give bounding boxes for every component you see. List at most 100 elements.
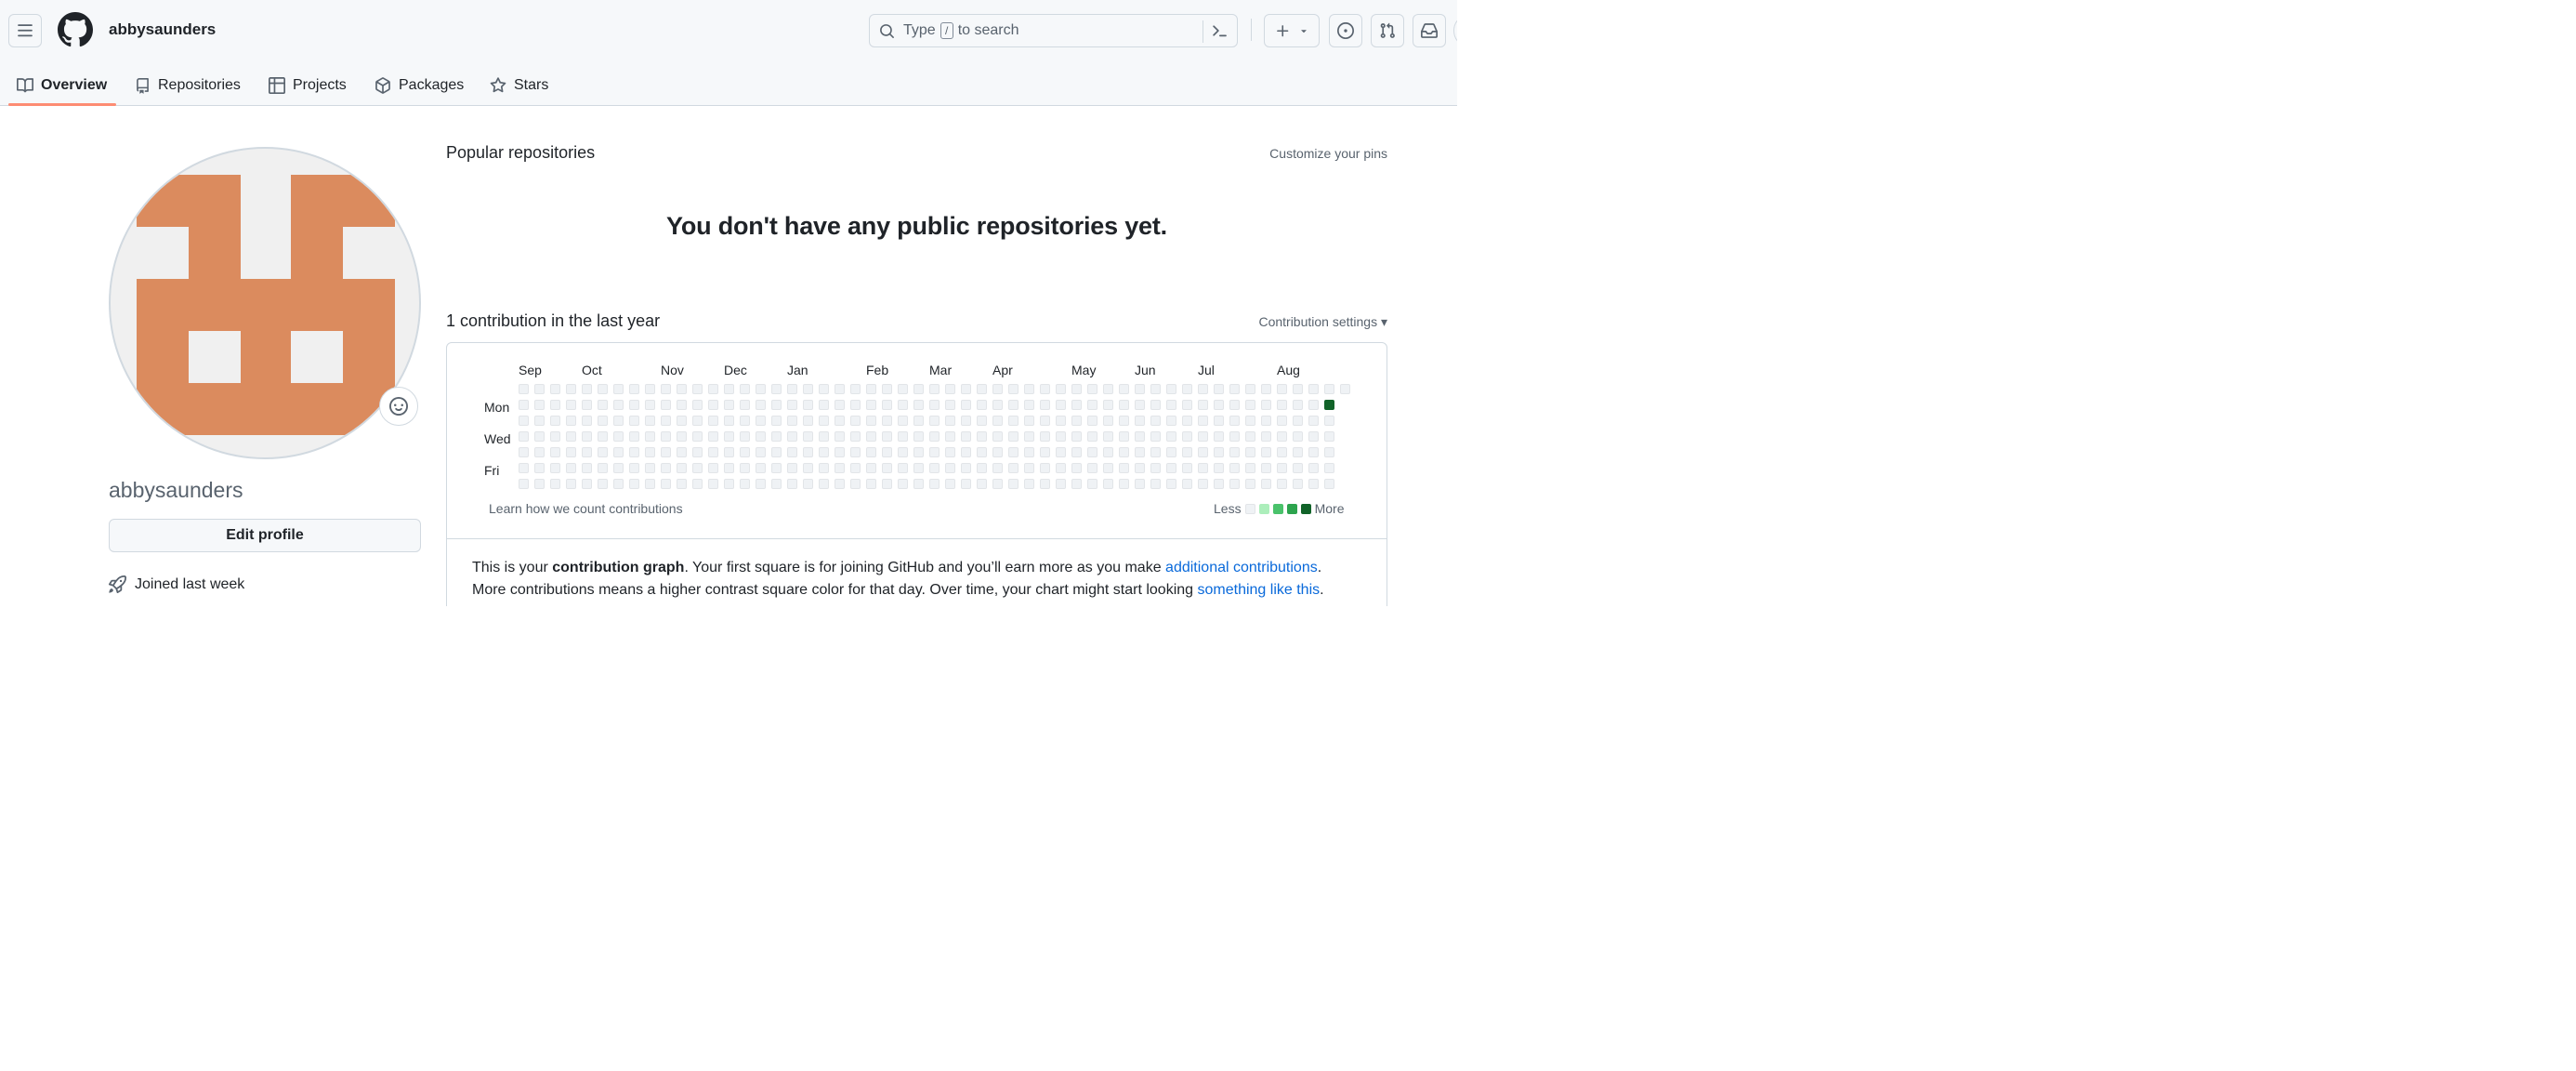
contribution-day-cell[interactable] [1119, 447, 1129, 457]
contribution-day-cell[interactable] [850, 416, 861, 426]
contribution-day-cell[interactable] [708, 447, 718, 457]
contribution-day-cell[interactable] [708, 384, 718, 394]
contribution-day-cell[interactable] [1135, 400, 1145, 410]
contribution-day-cell[interactable] [1182, 431, 1192, 442]
contribution-day-cell[interactable] [613, 447, 624, 457]
contribution-day-cell[interactable] [945, 384, 955, 394]
contribution-day-cell[interactable] [977, 384, 987, 394]
contribution-day-cell[interactable] [677, 431, 687, 442]
contribution-day-cell[interactable] [629, 431, 639, 442]
contribution-day-cell[interactable] [1214, 400, 1224, 410]
contribution-day-cell[interactable] [1135, 447, 1145, 457]
contribution-day-cell[interactable] [1308, 416, 1319, 426]
contribution-day-cell[interactable] [961, 400, 971, 410]
contribution-day-cell[interactable] [1008, 400, 1019, 410]
contribution-day-cell[interactable] [1229, 479, 1240, 489]
contribution-day-cell[interactable] [677, 384, 687, 394]
user-avatar-button[interactable] [1453, 14, 1457, 47]
menu-button[interactable] [8, 14, 42, 47]
search-input[interactable]: Type / to search [869, 14, 1238, 47]
contribution-day-cell[interactable] [1150, 416, 1161, 426]
contribution-day-cell[interactable] [692, 447, 703, 457]
contribution-day-cell[interactable] [519, 400, 529, 410]
contribution-day-cell[interactable] [913, 400, 924, 410]
contribution-day-cell[interactable] [1040, 431, 1050, 442]
contribution-day-cell[interactable] [661, 463, 671, 473]
contribution-day-cell[interactable] [961, 463, 971, 473]
contribution-day-cell[interactable] [929, 400, 940, 410]
contribution-day-cell[interactable] [1087, 447, 1097, 457]
contribution-day-cell[interactable] [961, 447, 971, 457]
contribution-day-cell[interactable] [1135, 416, 1145, 426]
contribution-day-cell[interactable] [1324, 431, 1334, 442]
issues-button[interactable] [1329, 14, 1362, 47]
contribution-day-cell[interactable] [1308, 447, 1319, 457]
contribution-day-cell[interactable] [645, 416, 655, 426]
contribution-day-cell[interactable] [945, 431, 955, 442]
contribution-day-cell[interactable] [803, 479, 813, 489]
contribution-day-cell[interactable] [977, 416, 987, 426]
contribution-day-cell[interactable] [1056, 400, 1066, 410]
contribution-day-cell[interactable] [550, 463, 560, 473]
contribution-day-cell[interactable] [787, 400, 797, 410]
contribution-day-cell[interactable] [835, 384, 845, 394]
contribution-day-cell[interactable] [787, 479, 797, 489]
contribution-day-cell[interactable] [1008, 479, 1019, 489]
contribution-day-cell[interactable] [882, 384, 892, 394]
contribution-day-cell[interactable] [629, 384, 639, 394]
contribution-day-cell[interactable] [550, 400, 560, 410]
contribution-day-cell[interactable] [1198, 416, 1208, 426]
contribution-day-cell[interactable] [882, 416, 892, 426]
contribution-day-cell[interactable] [1166, 431, 1176, 442]
contribution-day-cell[interactable] [519, 384, 529, 394]
contribution-day-cell[interactable] [1166, 416, 1176, 426]
contribution-day-cell[interactable] [771, 400, 782, 410]
contribution-day-cell[interactable] [1166, 384, 1176, 394]
contribution-day-cell[interactable] [692, 400, 703, 410]
contribution-day-cell[interactable] [1293, 463, 1303, 473]
contribution-day-cell[interactable] [566, 400, 576, 410]
contribution-day-cell[interactable] [1261, 479, 1271, 489]
contribution-day-cell[interactable] [1008, 416, 1019, 426]
contribution-day-cell[interactable] [550, 416, 560, 426]
contribution-day-cell[interactable] [519, 447, 529, 457]
contribution-day-cell[interactable] [1277, 416, 1287, 426]
contribution-day-cell[interactable] [1024, 384, 1034, 394]
contribution-day-cell[interactable] [519, 479, 529, 489]
contribution-day-cell[interactable] [598, 416, 608, 426]
profile-avatar[interactable] [109, 147, 421, 459]
contribution-day-cell[interactable] [566, 431, 576, 442]
contribution-day-cell[interactable] [835, 447, 845, 457]
contribution-day-cell[interactable] [1024, 400, 1034, 410]
contribution-day-cell[interactable] [566, 479, 576, 489]
contribution-day-cell[interactable] [1261, 384, 1271, 394]
contribution-day-cell[interactable] [850, 384, 861, 394]
contribution-day-cell[interactable] [1071, 384, 1082, 394]
contribution-day-cell[interactable] [1245, 400, 1255, 410]
contribution-day-cell[interactable] [566, 384, 576, 394]
contribution-day-cell[interactable] [929, 463, 940, 473]
contribution-day-cell[interactable] [945, 400, 955, 410]
contribution-day-cell[interactable] [1040, 384, 1050, 394]
contribution-day-cell[interactable] [1119, 400, 1129, 410]
contribution-day-cell[interactable] [550, 479, 560, 489]
contribution-day-cell[interactable] [819, 400, 829, 410]
contribution-day-cell[interactable] [740, 416, 750, 426]
contribution-day-cell[interactable] [645, 463, 655, 473]
contribution-day-cell[interactable] [992, 447, 1003, 457]
contribution-day-cell[interactable] [708, 400, 718, 410]
contribution-day-cell[interactable] [1150, 447, 1161, 457]
contribution-day-cell[interactable] [898, 479, 908, 489]
contribution-day-cell[interactable] [1293, 447, 1303, 457]
contribution-day-cell[interactable] [913, 463, 924, 473]
contribution-day-cell[interactable] [787, 463, 797, 473]
contribution-day-cell[interactable] [835, 400, 845, 410]
contribution-day-cell[interactable] [945, 447, 955, 457]
contribution-day-cell[interactable] [740, 447, 750, 457]
contribution-day-cell[interactable] [1229, 416, 1240, 426]
contribution-day-cell[interactable] [835, 416, 845, 426]
contribution-day-cell[interactable] [613, 463, 624, 473]
contribution-day-cell[interactable] [1071, 447, 1082, 457]
contribution-day-cell[interactable] [850, 431, 861, 442]
contribution-day-cell[interactable] [1087, 479, 1097, 489]
